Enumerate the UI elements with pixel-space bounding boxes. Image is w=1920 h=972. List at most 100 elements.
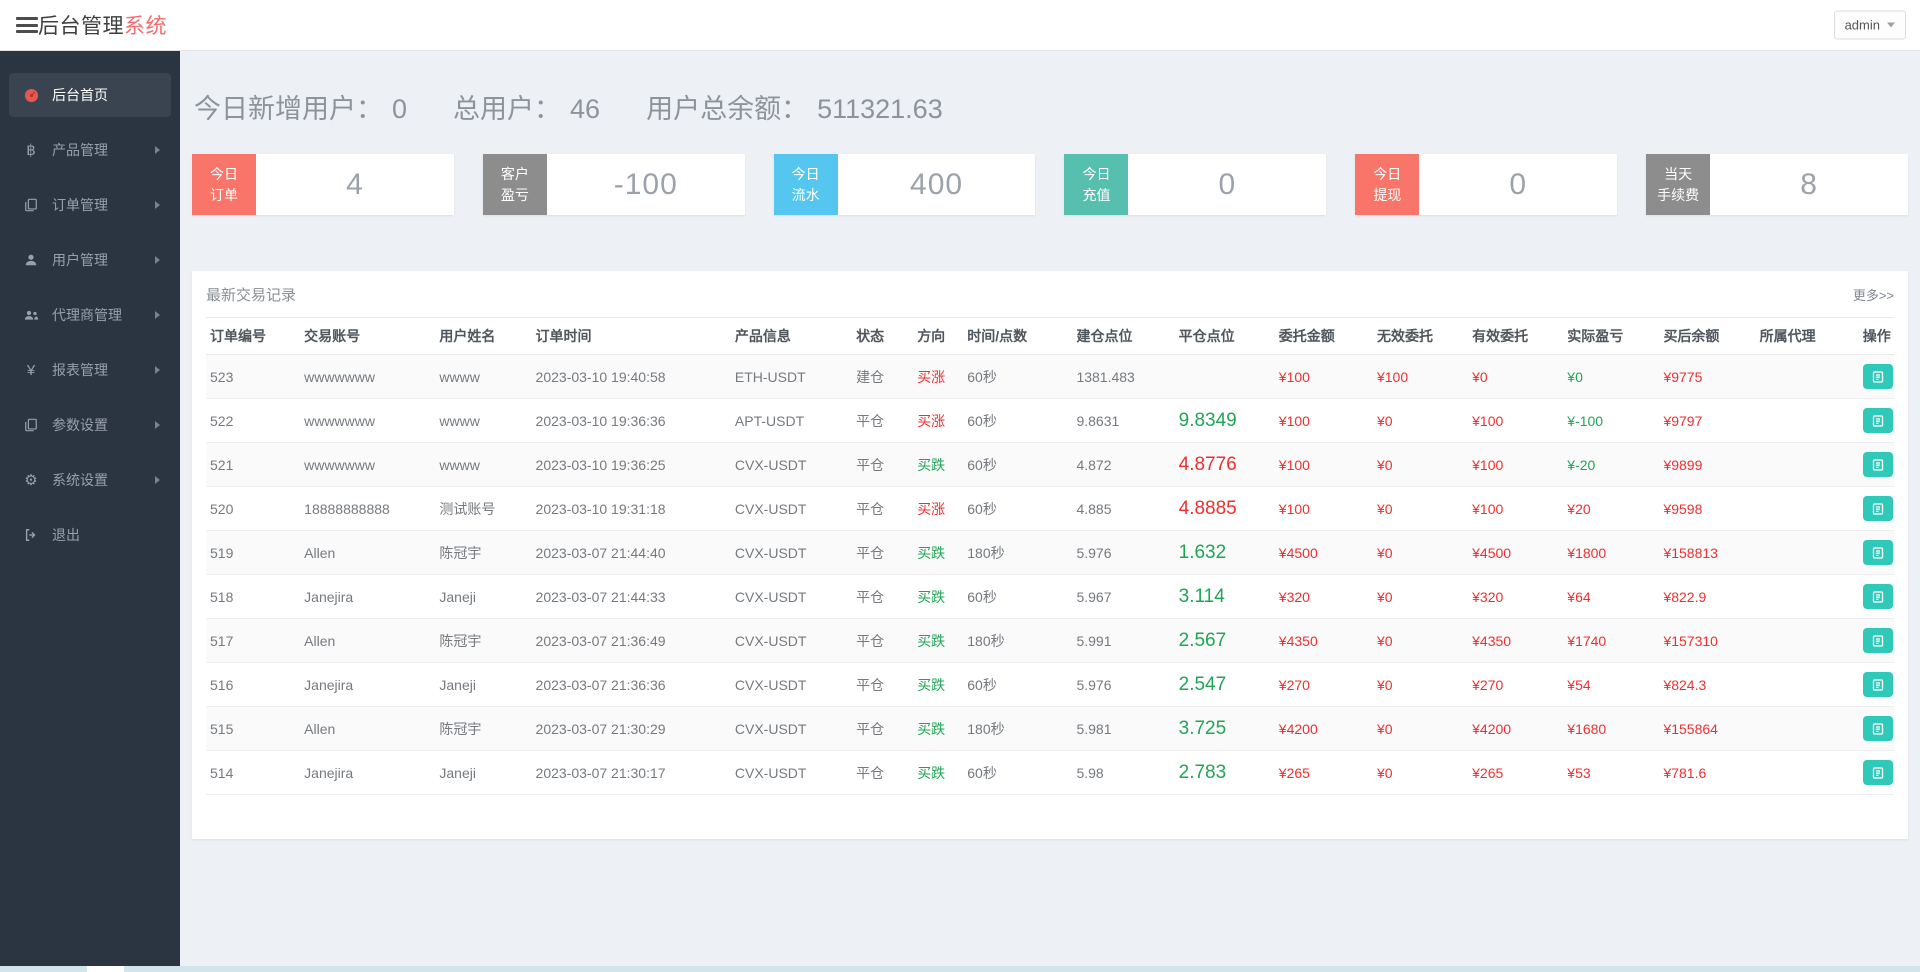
cell-duration: 180秒	[963, 619, 1072, 663]
stats-summary: 今日新增用户： 0 总用户： 46 用户总余额： 511321.63	[192, 87, 1908, 126]
table-row: 52018888888888测试账号2023-03-10 19:31:18CVX…	[206, 487, 1894, 531]
cell-action	[1859, 663, 1894, 707]
cell-action	[1859, 399, 1894, 443]
cell-agent	[1756, 663, 1859, 707]
cell-amount: ¥100	[1275, 355, 1373, 399]
chevron-right-icon	[155, 366, 160, 374]
cell-amount: ¥4500	[1275, 531, 1373, 575]
cell-action	[1859, 443, 1894, 487]
sidebar-item-label: 系统设置	[52, 470, 108, 490]
sidebar-item-params[interactable]: 参数设置	[9, 403, 171, 447]
cell-direction: 买跌	[913, 531, 963, 575]
cell-amount: ¥4200	[1275, 707, 1373, 751]
cell-valid: ¥100	[1468, 443, 1563, 487]
cell-status: 平仓	[852, 663, 913, 707]
cell-valid: ¥4500	[1468, 531, 1563, 575]
view-order-button[interactable]	[1863, 628, 1893, 653]
cell-id: 518	[206, 575, 300, 619]
cell-profit: ¥20	[1563, 487, 1659, 531]
table-row: 516JanejiraJaneji2023-03-07 21:36:36CVX-…	[206, 663, 1894, 707]
column-header-invalid: 无效委托	[1373, 318, 1468, 355]
sidebar-item-orders[interactable]: 订单管理	[9, 183, 171, 227]
view-order-button[interactable]	[1863, 540, 1893, 565]
chevron-down-icon	[1887, 23, 1895, 28]
column-header-time: 订单时间	[532, 318, 731, 355]
cell-account: Janejira	[300, 751, 435, 795]
card-badge: 当天手续费	[1646, 154, 1710, 215]
view-order-button[interactable]	[1863, 496, 1893, 521]
trades-table: 订单编号交易账号用户姓名订单时间产品信息状态方向时间/点数建仓点位平仓点位委托金…	[206, 317, 1894, 795]
cell-account: Allen	[300, 531, 435, 575]
card-value: 0	[1419, 154, 1617, 215]
cell-open: 1381.483	[1072, 355, 1174, 399]
view-order-button[interactable]	[1863, 716, 1893, 741]
cell-direction: 买涨	[913, 399, 963, 443]
cell-amount: ¥265	[1275, 751, 1373, 795]
cell-name: 陈冠宇	[435, 619, 531, 663]
table-row: 521wwwwwwwwwww2023-03-10 19:36:25CVX-USD…	[206, 443, 1894, 487]
user-menu[interactable]: admin	[1834, 11, 1906, 40]
view-order-button[interactable]	[1863, 452, 1893, 477]
cell-status: 建仓	[852, 355, 913, 399]
sidebar-item-logout[interactable]: 退出	[9, 513, 171, 557]
cell-close: 1.632	[1175, 531, 1275, 575]
cell-close: 2.567	[1175, 619, 1275, 663]
cell-name: 测试账号	[435, 487, 531, 531]
view-order-button[interactable]	[1863, 672, 1893, 697]
cell-valid: ¥265	[1468, 751, 1563, 795]
more-link[interactable]: 更多>>	[1853, 285, 1894, 304]
page-title-accent: 系统	[124, 15, 167, 38]
menu-toggle-icon[interactable]	[16, 14, 38, 37]
table-row: 519Allen陈冠宇2023-03-07 21:44:40CVX-USDT平仓…	[206, 531, 1894, 575]
cell-account: Allen	[300, 707, 435, 751]
table-row: 515Allen陈冠宇2023-03-07 21:30:29CVX-USDT平仓…	[206, 707, 1894, 751]
cell-time: 2023-03-07 21:44:40	[532, 531, 731, 575]
sidebar-item-system[interactable]: ⚙ 系统设置	[9, 458, 171, 502]
sidebar-item-label: 参数设置	[52, 415, 108, 435]
view-order-button[interactable]	[1863, 760, 1893, 785]
cell-status: 平仓	[852, 399, 913, 443]
cell-balance: ¥822.9	[1659, 575, 1755, 619]
view-order-button[interactable]	[1863, 408, 1893, 433]
agents-icon	[21, 309, 41, 322]
yen-icon: ¥	[21, 362, 41, 379]
cell-invalid: ¥0	[1373, 399, 1468, 443]
scrollbar-thumb[interactable]	[87, 966, 124, 972]
card-today-withdraw: 今日提现 0	[1355, 154, 1617, 215]
logout-icon	[21, 528, 41, 542]
view-order-button[interactable]	[1863, 584, 1893, 609]
cell-direction: 买跌	[913, 751, 963, 795]
table-row: 522wwwwwwwwwww2023-03-10 19:36:36APT-USD…	[206, 399, 1894, 443]
cell-time: 2023-03-07 21:36:36	[532, 663, 731, 707]
sidebar-item-products[interactable]: ฿ 产品管理	[9, 128, 171, 172]
chevron-right-icon	[155, 476, 160, 484]
cell-balance: ¥9775	[1659, 355, 1755, 399]
cell-action	[1859, 575, 1894, 619]
cell-duration: 60秒	[963, 443, 1072, 487]
chevron-right-icon	[155, 146, 160, 154]
chevron-right-icon	[155, 256, 160, 264]
cell-duration: 180秒	[963, 531, 1072, 575]
sidebar-item-reports[interactable]: ¥ 报表管理	[9, 348, 171, 392]
cell-close: 4.8885	[1175, 487, 1275, 531]
column-header-valid: 有效委托	[1468, 318, 1563, 355]
cell-agent	[1756, 531, 1859, 575]
cell-agent	[1756, 399, 1859, 443]
cell-amount: ¥270	[1275, 663, 1373, 707]
column-header-balance: 买后余额	[1659, 318, 1755, 355]
cell-duration: 180秒	[963, 707, 1072, 751]
card-badge: 今日提现	[1355, 154, 1419, 215]
cell-agent	[1756, 355, 1859, 399]
sidebar-item-home[interactable]: 后台首页	[9, 73, 171, 117]
cell-status: 平仓	[852, 531, 913, 575]
cell-open: 4.872	[1072, 443, 1174, 487]
cell-invalid: ¥100	[1373, 355, 1468, 399]
cell-profit: ¥64	[1563, 575, 1659, 619]
cell-direction: 买涨	[913, 487, 963, 531]
stat-label: 今日新增用户：	[194, 87, 383, 126]
sidebar-item-agents[interactable]: 代理商管理	[9, 293, 171, 337]
horizontal-scrollbar[interactable]	[0, 966, 1920, 972]
view-order-button[interactable]	[1863, 364, 1893, 389]
sidebar-item-users[interactable]: 用户管理	[9, 238, 171, 282]
cell-name: wwww	[435, 355, 531, 399]
